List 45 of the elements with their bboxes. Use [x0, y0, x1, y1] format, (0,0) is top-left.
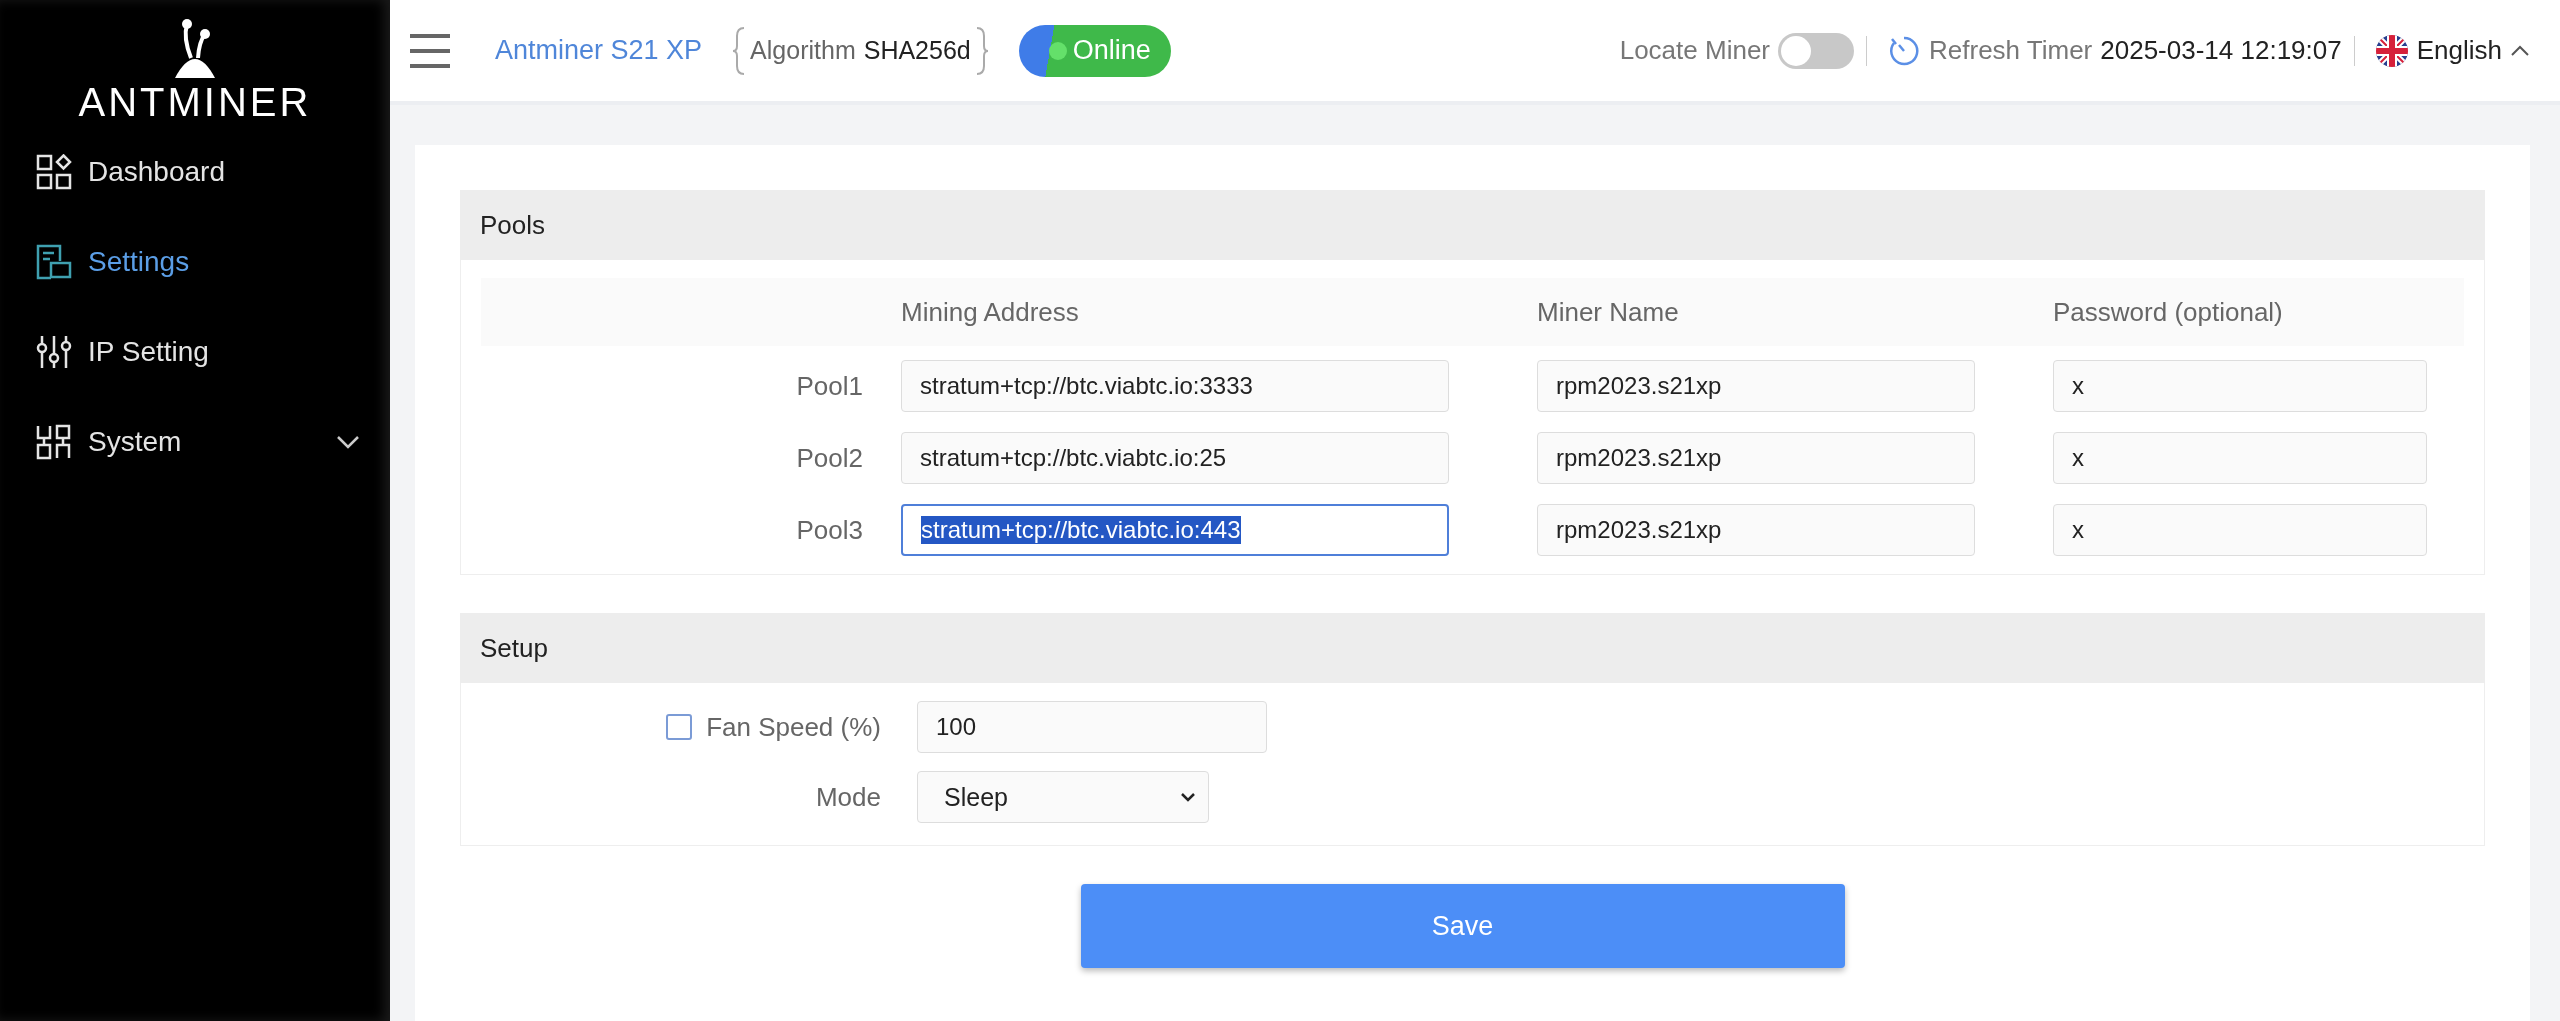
- input-field[interactable]: x: [2053, 360, 2427, 412]
- row-label: Pool2: [795, 441, 864, 475]
- left-brace-icon: [732, 25, 747, 76]
- algorithm-label: Algorithm: [750, 36, 856, 65]
- mode-label: Mode: [814, 780, 881, 814]
- network-blocks-icon: [36, 424, 72, 460]
- input-field[interactable]: stratum+tcp://btc.viabtc.io:25: [901, 432, 1449, 484]
- document-panel-icon: [36, 244, 72, 280]
- section-header: Setup: [460, 613, 2485, 683]
- input-field[interactable]: x: [2053, 432, 2427, 484]
- status-badge: Online: [1018, 24, 1171, 77]
- grid-icon: [36, 154, 72, 190]
- right-brace-icon: [974, 25, 989, 76]
- input-field[interactable]: x: [2053, 504, 2427, 556]
- refresh-time: 2025-03-14 12:19:07: [2100, 35, 2342, 66]
- mode-dropdown[interactable]: Sleep: [917, 771, 1209, 823]
- checkbox[interactable]: [666, 714, 693, 740]
- sidebar-item[interactable]: Dashboard: [36, 147, 390, 197]
- input-field[interactable]: rpm2023.s21xp: [1537, 504, 1975, 556]
- column-header: Mining Address: [901, 295, 1080, 329]
- refresh-label: Refresh Timer: [1929, 35, 2093, 66]
- sidebar-item[interactable]: System: [36, 417, 390, 467]
- language-selector[interactable]: English: [2374, 33, 2530, 68]
- input-field[interactable]: stratum+tcp://btc.viabtc.io:3333: [901, 360, 1449, 412]
- algorithm-value: SHA256d: [863, 36, 971, 65]
- row-label: Pool3: [795, 513, 864, 547]
- caret-icon: [1180, 792, 1196, 802]
- section-header: Pools: [460, 190, 2485, 260]
- sidebar-item[interactable]: IP Setting: [36, 327, 390, 377]
- fan-speed-label: Fan Speed (%): [706, 711, 881, 743]
- input-field[interactable]: rpm2023.s21xp: [1537, 432, 1975, 484]
- menu-button[interactable]: [410, 33, 450, 68]
- column-header: Password (optional): [2053, 295, 2284, 329]
- logo-text: ANTMINER: [78, 80, 312, 125]
- locate-label: Locate Miner: [1619, 35, 1770, 66]
- input-field[interactable]: 100: [917, 701, 1267, 753]
- input-field[interactable]: rpm2023.s21xp: [1537, 360, 1975, 412]
- chevron-icon: [2510, 44, 2530, 57]
- locate-toggle[interactable]: [1778, 32, 1854, 69]
- model-name: Antminer S21 XP: [495, 35, 703, 66]
- sidebar-item[interactable]: Settings: [36, 237, 390, 287]
- column-header: Miner Name: [1537, 295, 1680, 329]
- row-label: Pool1: [795, 369, 864, 403]
- input-field[interactable]: stratum+tcp://btc.viabtc.io:443: [901, 504, 1449, 556]
- sliders-icon: [36, 334, 72, 370]
